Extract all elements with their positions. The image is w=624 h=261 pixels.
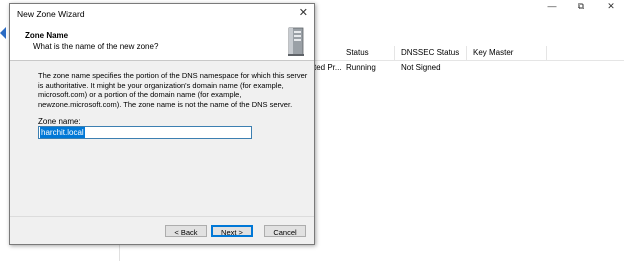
dialog-title: New Zone Wizard xyxy=(17,9,85,19)
wizard-page-title: Zone Name xyxy=(25,31,69,40)
column-header-dnssec-status[interactable]: DNSSEC Status xyxy=(401,48,459,57)
zone-name-label: Zone name: xyxy=(38,117,81,126)
cancel-button[interactable]: Cancel xyxy=(264,225,306,237)
row-status: Running xyxy=(346,63,376,72)
back-arrow-icon[interactable] xyxy=(0,27,6,39)
restore-icon[interactable]: ⧉ xyxy=(574,0,588,12)
wizard-header: Zone Name What is the name of the new zo… xyxy=(10,24,314,61)
zone-name-description: The zone name specifies the portion of t… xyxy=(38,71,308,109)
column-separator[interactable] xyxy=(394,46,395,60)
close-icon[interactable]: ✕ xyxy=(604,0,618,12)
back-button[interactable]: < Back xyxy=(165,225,207,237)
column-separator[interactable] xyxy=(546,46,547,60)
column-header-key-master[interactable]: Key Master xyxy=(473,48,513,57)
list-header: Status DNSSEC Status Key Master xyxy=(306,46,624,61)
close-icon[interactable]: ✕ xyxy=(299,6,308,19)
zone-name-value: harchit.local xyxy=(40,127,85,138)
next-button[interactable]: Next > xyxy=(211,225,253,237)
footer-divider xyxy=(10,216,314,217)
minimize-icon[interactable]: — xyxy=(545,0,559,12)
wizard-page-subtitle: What is the name of the new zone? xyxy=(33,42,159,51)
column-header-status[interactable]: Status xyxy=(346,48,369,57)
column-separator[interactable] xyxy=(466,46,467,60)
row-type-truncated: ted Pr... xyxy=(314,63,342,72)
zone-name-input[interactable]: harchit.local xyxy=(38,126,252,139)
dialog-titlebar[interactable]: New Zone Wizard ✕ xyxy=(10,4,314,24)
new-zone-wizard-dialog: New Zone Wizard ✕ Zone Name What is the … xyxy=(9,3,315,245)
row-dnssec-status: Not Signed xyxy=(401,63,441,72)
server-icon xyxy=(288,27,304,56)
